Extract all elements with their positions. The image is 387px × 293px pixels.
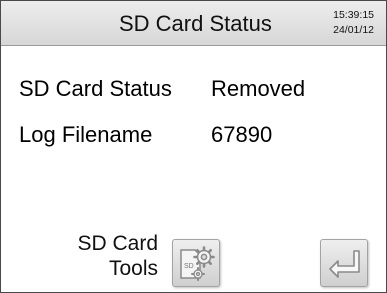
sd-card-gear-icon: SD xyxy=(180,246,215,281)
clock: 15:39:15 24/01/12 xyxy=(333,8,374,38)
clock-time: 15:39:15 xyxy=(333,9,374,21)
sd-card-status-label: SD Card Status xyxy=(19,76,172,101)
sd-card-tools-label-line2: Tools xyxy=(108,257,158,280)
enter-button[interactable] xyxy=(320,239,368,287)
sd-card-status-value: Removed xyxy=(211,76,306,101)
log-filename-value: 67890 xyxy=(211,122,273,147)
enter-return-icon xyxy=(329,250,360,278)
sd-card-tools-label: SD Card Tools xyxy=(77,231,158,281)
log-filename-label: Log Filename xyxy=(19,122,153,147)
title-bar: SD Card Status 15:39:15 24/01/12 xyxy=(1,1,386,46)
sd-card-icon-text: SD xyxy=(184,263,194,270)
sd-card-tools-button[interactable]: SD xyxy=(172,239,220,287)
page-title: SD Card Status xyxy=(119,11,272,36)
sd-card-tools-label-line1: SD Card xyxy=(77,232,158,255)
clock-date: 24/01/12 xyxy=(333,24,374,36)
sd-card-status-screen: SD Card Status 15:39:15 24/01/12 SD Card… xyxy=(0,0,387,293)
